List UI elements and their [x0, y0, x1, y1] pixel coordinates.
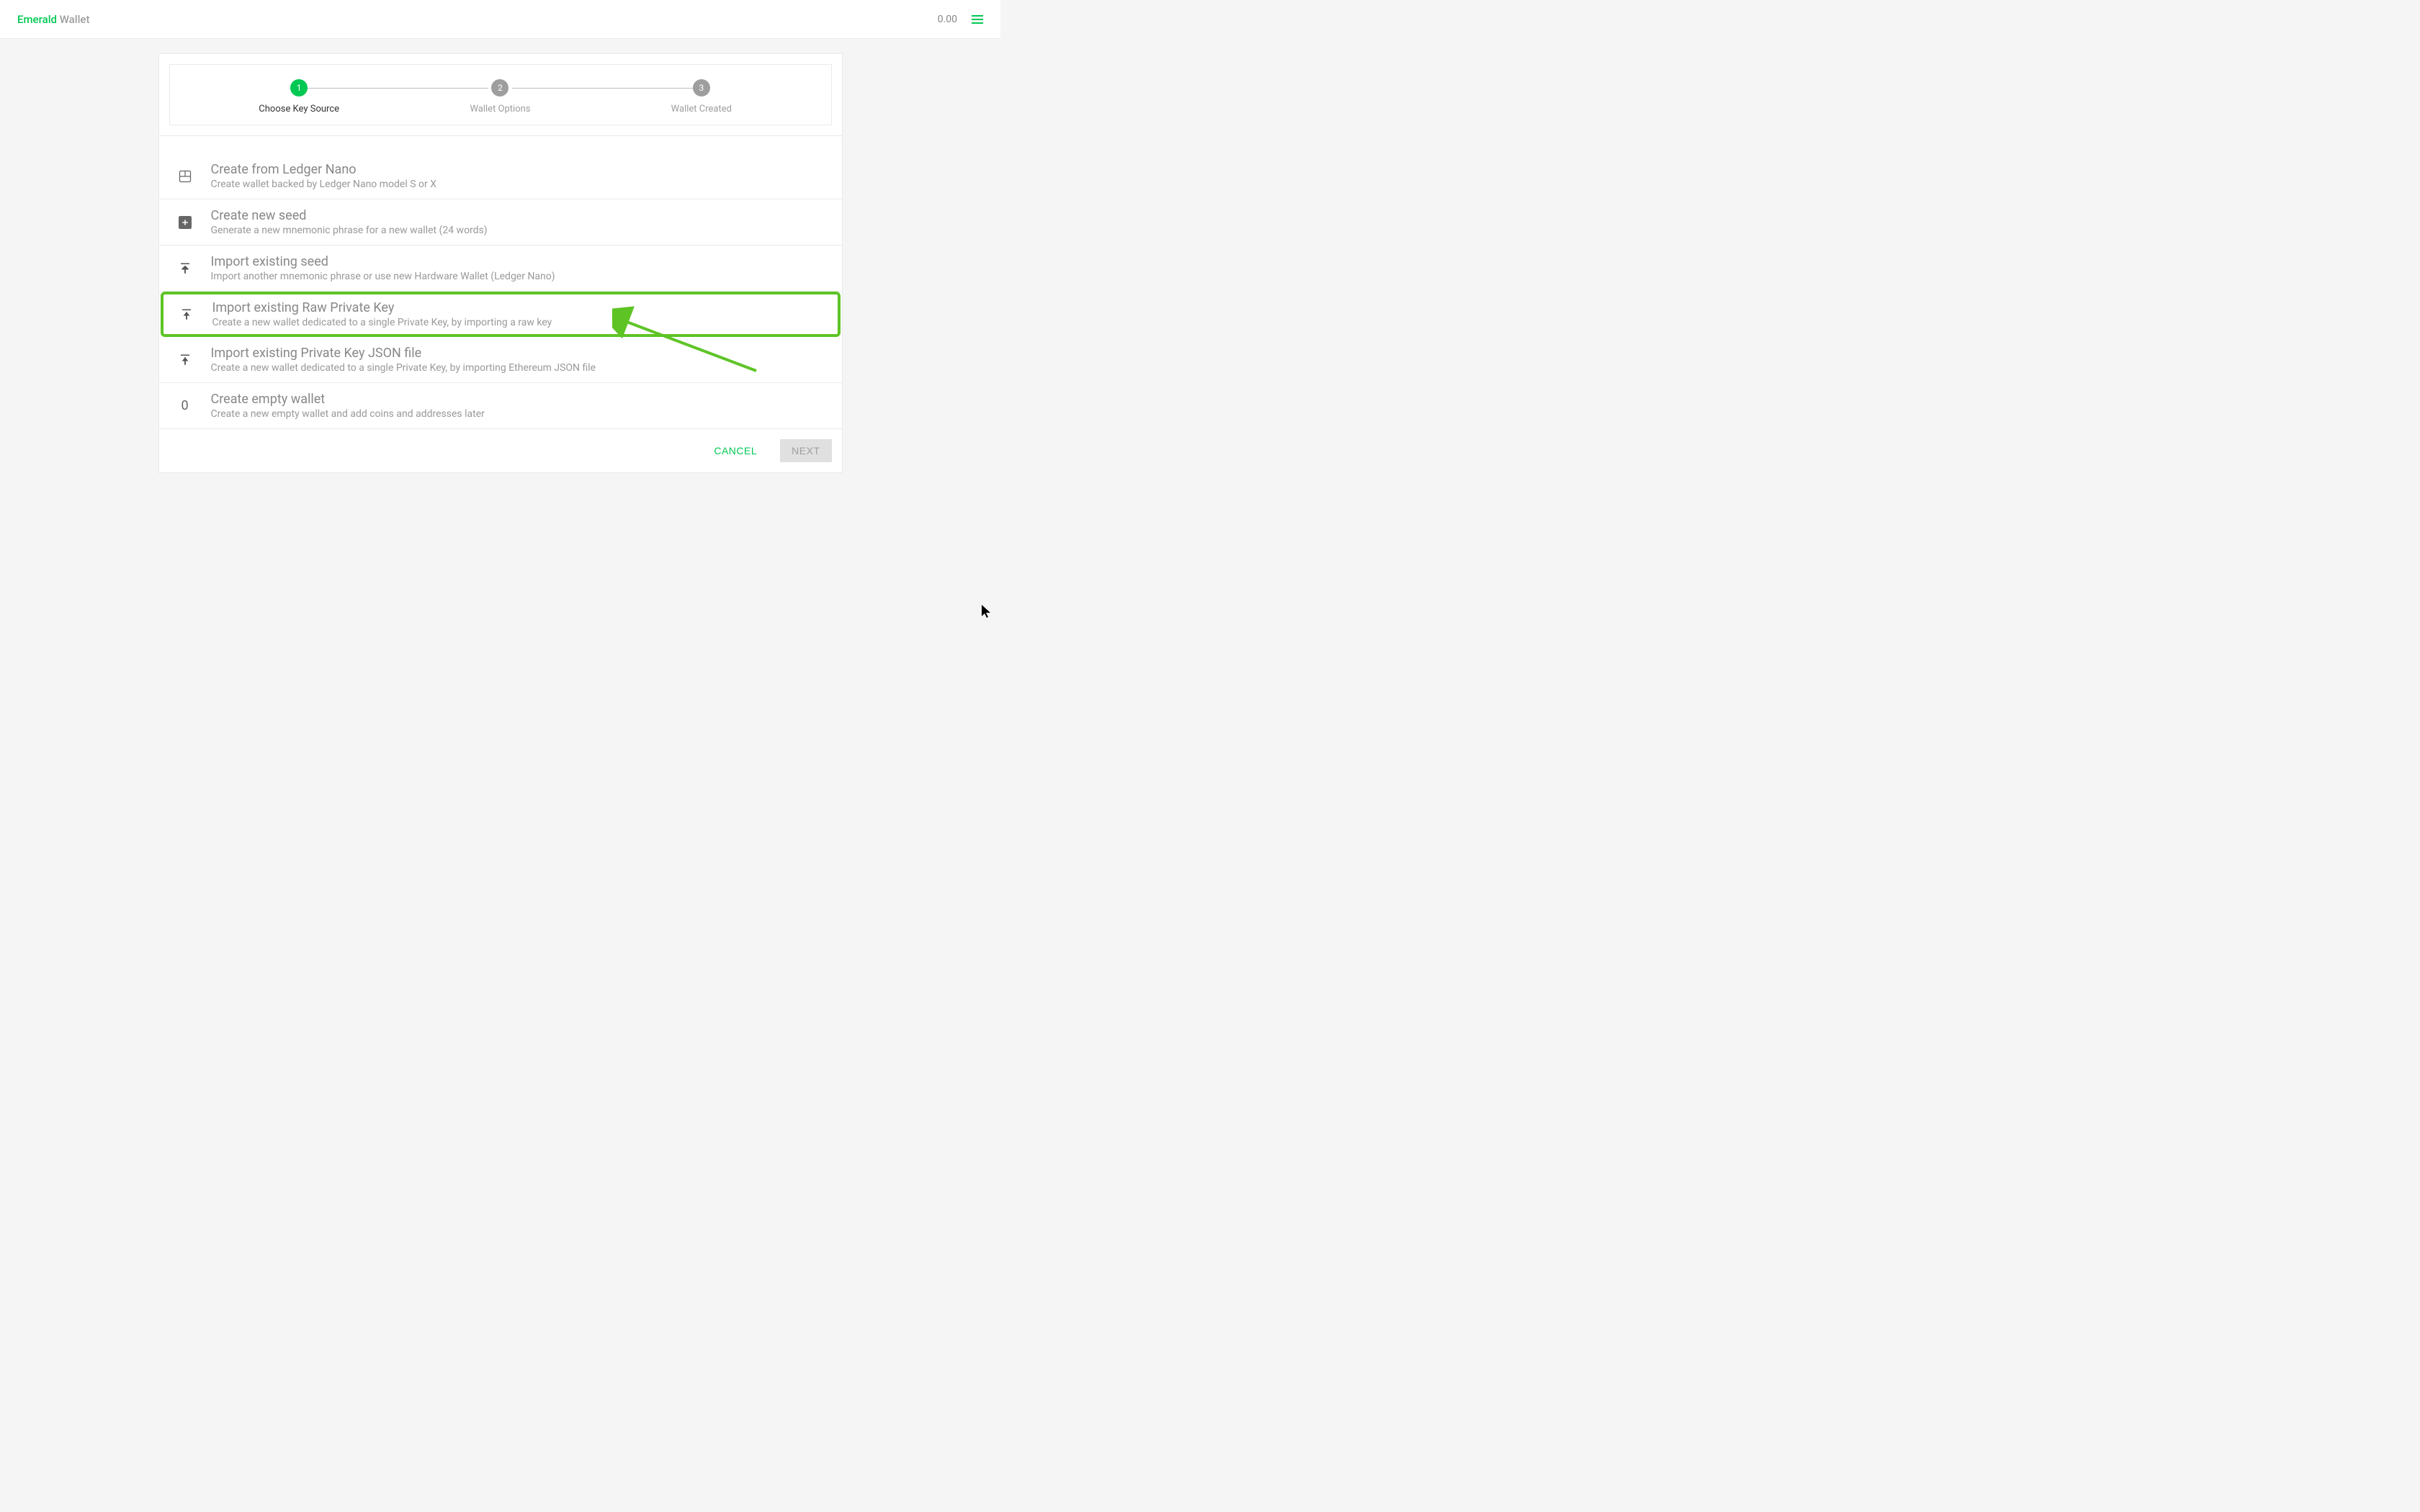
cancel-button[interactable]: CANCEL — [702, 439, 768, 462]
header-right: 0.00 — [938, 14, 983, 25]
option-desc: Generate a new mnemonic phrase for a new… — [211, 225, 488, 236]
option-desc: Create a new wallet dedicated to a singl… — [211, 362, 596, 374]
option-text: Import existing seed Import another mnem… — [211, 254, 555, 282]
option-ledger-nano[interactable]: Create from Ledger Nano Create wallet ba… — [159, 153, 842, 199]
wizard-card: 1 Choose Key Source 2 Wallet Options 3 W… — [158, 53, 843, 473]
option-title: Import existing Raw Private Key — [212, 300, 552, 315]
app-logo: Emerald Wallet — [17, 13, 89, 26]
option-title: Import existing seed — [211, 254, 555, 269]
import-icon — [176, 260, 194, 277]
plus-icon — [176, 214, 194, 231]
next-button[interactable]: NEXT — [780, 439, 831, 462]
step-circle: 2 — [491, 79, 508, 96]
option-text: Import existing Raw Private Key Create a… — [212, 300, 552, 328]
option-desc: Create a new wallet dedicated to a singl… — [212, 317, 552, 328]
key-source-options: Create from Ledger Nano Create wallet ba… — [159, 153, 842, 429]
step-3: 3 Wallet Created — [601, 79, 802, 114]
import-icon — [176, 351, 194, 369]
zero-icon: 0 — [176, 397, 194, 415]
option-title: Import existing Private Key JSON file — [211, 346, 596, 361]
footer-buttons: CANCEL NEXT — [159, 429, 842, 472]
step-label: Choose Key Source — [259, 104, 339, 114]
option-create-seed[interactable]: Create new seed Generate a new mnemonic … — [159, 199, 842, 246]
ledger-icon — [176, 168, 194, 185]
option-import-seed[interactable]: Import existing seed Import another mnem… — [159, 246, 842, 292]
step-2: 2 Wallet Options — [400, 79, 601, 114]
step-label: Wallet Options — [470, 104, 530, 114]
option-text: Create empty wallet Create a new empty w… — [211, 392, 485, 420]
import-icon — [178, 306, 195, 323]
option-title: Create new seed — [211, 208, 488, 223]
option-desc: Import another mnemonic phrase or use ne… — [211, 271, 555, 282]
stepper-container: 1 Choose Key Source 2 Wallet Options 3 W… — [169, 64, 832, 125]
option-import-json[interactable]: Import existing Private Key JSON file Cr… — [159, 337, 842, 383]
app-header: Emerald Wallet 0.00 — [0, 0, 1000, 39]
option-title: Create empty wallet — [211, 392, 485, 407]
logo-wallet-text: Wallet — [57, 13, 89, 26]
option-title: Create from Ledger Nano — [211, 162, 436, 177]
option-text: Create from Ledger Nano Create wallet ba… — [211, 162, 436, 190]
content-wrapper: 1 Choose Key Source 2 Wallet Options 3 W… — [0, 39, 1000, 473]
step-circle: 1 — [290, 79, 308, 96]
option-empty-wallet[interactable]: 0 Create empty wallet Create a new empty… — [159, 383, 842, 429]
option-text: Create new seed Generate a new mnemonic … — [211, 208, 488, 236]
step-label: Wallet Created — [671, 104, 732, 114]
logo-emerald-text: Emerald — [17, 13, 57, 26]
stepper: 1 Choose Key Source 2 Wallet Options 3 W… — [199, 79, 802, 114]
option-desc: Create a new empty wallet and add coins … — [211, 408, 485, 420]
option-text: Import existing Private Key JSON file Cr… — [211, 346, 596, 374]
mouse-cursor — [982, 605, 992, 619]
balance-display: 0.00 — [938, 14, 957, 25]
step-1: 1 Choose Key Source — [199, 79, 400, 114]
divider — [159, 135, 842, 136]
hamburger-menu-icon[interactable] — [972, 15, 983, 24]
option-import-raw-key[interactable]: Import existing Raw Private Key Create a… — [161, 292, 841, 337]
option-desc: Create wallet backed by Ledger Nano mode… — [211, 179, 436, 190]
step-circle: 3 — [693, 79, 710, 96]
